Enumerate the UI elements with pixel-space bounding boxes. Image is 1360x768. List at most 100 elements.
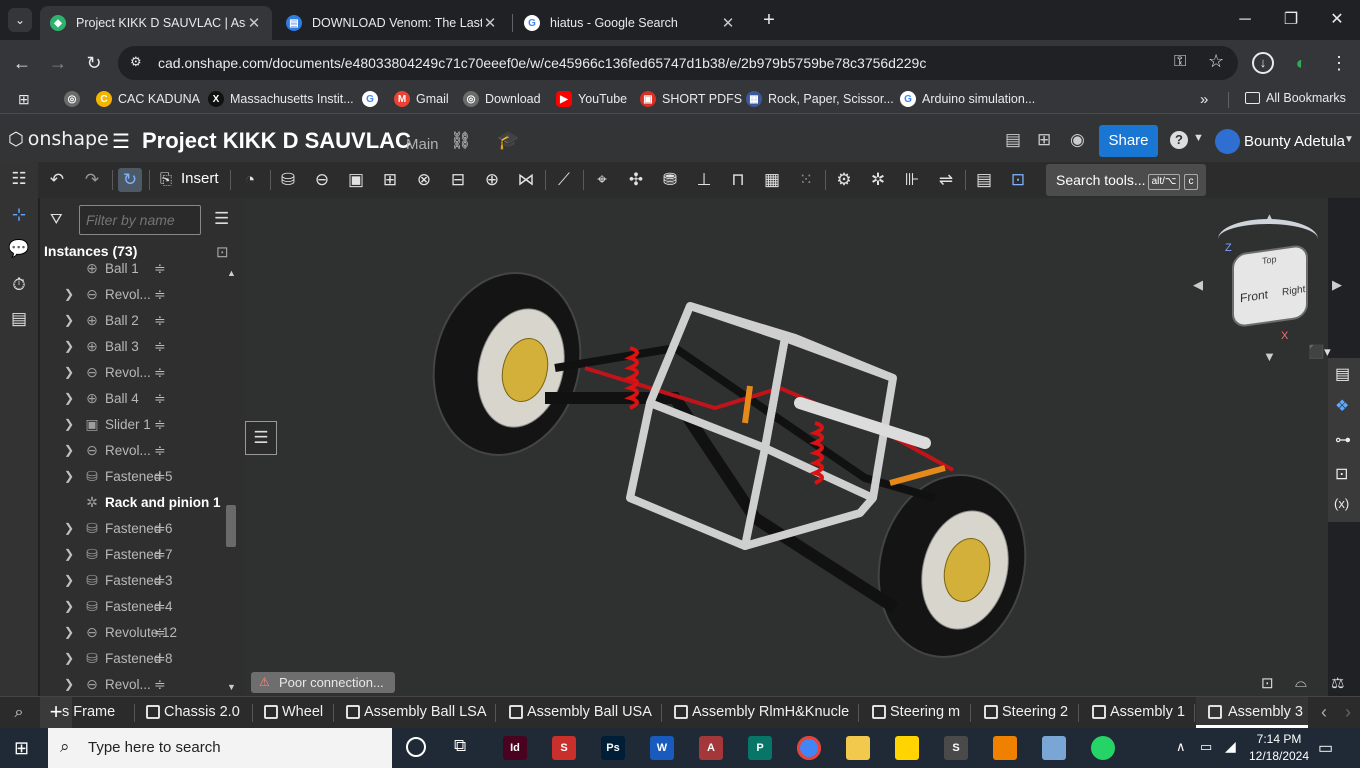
regenerate-icon[interactable]: ↻: [118, 168, 142, 192]
ball-mate-icon[interactable]: ⊕: [480, 168, 504, 192]
expand-chevron-icon[interactable]: ❯: [64, 599, 74, 613]
measure-icon[interactable]: ⊪: [900, 168, 924, 192]
instance-row[interactable]: ✲ Rack and pinion 1: [40, 490, 230, 516]
close-tab-icon[interactable]: ✕: [482, 14, 498, 32]
new-tab-button[interactable]: +: [758, 8, 780, 32]
expand-chevron-icon[interactable]: ❯: [64, 391, 74, 405]
cylindrical-mate-icon[interactable]: ⊗: [412, 168, 436, 192]
notification-center-icon[interactable]: ▭: [1318, 738, 1333, 758]
explode-icon[interactable]: ⁙: [794, 168, 818, 192]
expand-chevron-icon[interactable]: ❯: [64, 547, 74, 561]
scrollbar-thumb[interactable]: [226, 505, 236, 547]
browser-tab-onshape[interactable]: ◆ Project KIKK D SAUVLAC | Assem ✕: [40, 6, 272, 40]
tab-assembly-rlmh-knucle[interactable]: Assembly RlmH&Knucle: [670, 697, 849, 728]
rotate-down-icon[interactable]: ▼: [1263, 349, 1276, 364]
filter-by-name-input[interactable]: [79, 205, 201, 235]
mate-menu-icon[interactable]: ≑: [154, 286, 166, 303]
bookmarks-overflow-icon[interactable]: »: [1200, 91, 1208, 108]
instance-row[interactable]: ❯ ⛁ Fastened 5 ≑: [40, 464, 230, 490]
instance-row[interactable]: ❯ ⊕ Ball 3 ≑: [40, 334, 230, 360]
tab-assembly-3[interactable]: Assembly 3: [1196, 697, 1308, 728]
expand-chevron-icon[interactable]: ❯: [64, 651, 74, 665]
expand-chevron-icon[interactable]: ❯: [64, 677, 74, 691]
properties-panel-icon[interactable]: ▤: [8, 308, 30, 330]
mate-menu-icon[interactable]: ≑: [154, 442, 166, 459]
scroll-down-icon[interactable]: ▼: [227, 682, 236, 692]
appearance-icon[interactable]: ▤: [1335, 364, 1350, 384]
app-store-icon[interactable]: ⊞: [1037, 130, 1051, 150]
learning-center-icon[interactable]: 🎓: [497, 130, 519, 151]
file-explorer-icon[interactable]: [846, 736, 870, 760]
task-view-icon[interactable]: ⧉: [454, 736, 466, 756]
mate-values-icon[interactable]: ⊶: [1335, 430, 1351, 450]
word-icon[interactable]: W: [650, 736, 674, 760]
feature-list-icon[interactable]: ☷: [8, 168, 30, 190]
mate-menu-icon[interactable]: ≑: [154, 416, 166, 433]
sublime-icon[interactable]: S: [944, 736, 968, 760]
sketchup-icon[interactable]: S: [552, 736, 576, 760]
group-icon[interactable]: ✣: [624, 168, 648, 192]
tabs-scroll-left-icon[interactable]: ‹: [1312, 697, 1336, 728]
chrome-icon[interactable]: [797, 736, 821, 760]
history-icon[interactable]: ⏱: [8, 274, 30, 296]
site-info-icon[interactable]: ⚙: [130, 54, 148, 72]
cube-face[interactable]: Top Front Right: [1232, 243, 1308, 329]
tabs-scroll-right-icon[interactable]: ›: [1336, 697, 1360, 728]
help-dropdown-icon[interactable]: ▼: [1193, 132, 1204, 144]
mate-menu-icon[interactable]: ≑: [154, 364, 166, 381]
tangent-mate-icon[interactable]: ⟋: [552, 168, 576, 192]
comments-icon[interactable]: 💬: [8, 238, 30, 260]
graphics-viewport[interactable]: ☰ ▲ ◀ ▶ ▼ Top Front Right Z X ⬛▾ ⊡ ⌓ ⚖: [245, 198, 1344, 696]
wifi-icon[interactable]: ◢: [1225, 738, 1236, 755]
simulation-icon[interactable]: ✲: [866, 168, 890, 192]
tab-assembly-ball-lsa[interactable]: Assembly Ball LSA: [342, 697, 487, 728]
instance-row[interactable]: ❯ ⛁ Fastened 8 ≑: [40, 646, 230, 672]
tab-steering-m[interactable]: Steering m: [868, 697, 960, 728]
bookmark-short-pdfs[interactable]: ▣ SHORT PDFS: [640, 91, 742, 107]
bookmark-star-icon[interactable]: ☆: [1208, 51, 1224, 72]
downloads-icon[interactable]: ↓: [1252, 52, 1274, 74]
extension-icon[interactable]: ◐: [1288, 50, 1314, 76]
all-bookmarks[interactable]: All Bookmarks: [1245, 91, 1346, 105]
sticky-notes-icon[interactable]: [895, 736, 919, 760]
expand-chevron-icon[interactable]: ❯: [64, 287, 74, 301]
expand-chevron-icon[interactable]: ❯: [64, 365, 74, 379]
bookmark-youtube[interactable]: ▶ YouTube: [556, 91, 627, 107]
expand-chevron-icon[interactable]: ❯: [64, 417, 74, 431]
mate-menu-icon[interactable]: ≑: [154, 650, 166, 667]
mate-menu-icon[interactable]: ≑: [154, 598, 166, 615]
fastened-mate-icon[interactable]: ⛁: [276, 168, 300, 192]
tab-assembly-ball-usa[interactable]: Assembly Ball USA: [505, 697, 652, 728]
instance-row[interactable]: ❯ ▣ Slider 1 ≑: [40, 412, 230, 438]
walk-mode-icon[interactable]: ⊡: [1261, 674, 1274, 692]
avatar[interactable]: [1215, 129, 1240, 154]
restore-window-icon[interactable]: ❐: [1276, 8, 1306, 32]
list-view-icon[interactable]: ☰: [214, 209, 229, 229]
mate-menu-icon[interactable]: ≑: [154, 520, 166, 537]
mate-connector-icon[interactable]: ⌖: [590, 168, 614, 192]
bookmark-rock-paper[interactable]: ▦ Rock, Paper, Scissor...: [746, 91, 894, 107]
windows-start-icon[interactable]: ⊞: [14, 738, 29, 759]
mate-menu-icon[interactable]: ≑: [154, 260, 166, 277]
vlc-icon[interactable]: [993, 736, 1017, 760]
linear-relation-icon[interactable]: ▦: [760, 168, 784, 192]
bookmark-cac-kaduna[interactable]: C CAC KADUNA: [96, 91, 200, 107]
revolute-mate-icon[interactable]: ⊖: [310, 168, 334, 192]
apps-grid-icon[interactable]: ⊞: [18, 91, 30, 108]
indesign-icon[interactable]: Id: [503, 736, 527, 760]
close-tab-icon[interactable]: ✕: [720, 14, 736, 32]
bookmark-gmail[interactable]: M Gmail: [394, 91, 449, 107]
access-icon[interactable]: A: [699, 736, 723, 760]
back-arrow-icon[interactable]: ←: [9, 50, 35, 76]
forward-arrow-icon[interactable]: →: [45, 50, 71, 76]
instance-row[interactable]: ❯ ⛁ Fastened 4 ≑: [40, 594, 230, 620]
properties-icon[interactable]: ⊡: [1006, 168, 1030, 192]
insert-parts-icon[interactable]: ⎘: [160, 171, 172, 188]
bookmark-arduino[interactable]: G Arduino simulation...: [900, 91, 1035, 107]
render-mode-icon[interactable]: ⌓: [1295, 674, 1307, 691]
release-list-icon[interactable]: ▤: [1005, 130, 1021, 150]
network-icon[interactable]: ▭: [1200, 739, 1212, 755]
user-dropdown-icon[interactable]: ▼: [1344, 134, 1354, 145]
insert-mate-icon[interactable]: ⊹: [8, 204, 30, 226]
expand-chevron-icon[interactable]: ❯: [64, 521, 74, 535]
